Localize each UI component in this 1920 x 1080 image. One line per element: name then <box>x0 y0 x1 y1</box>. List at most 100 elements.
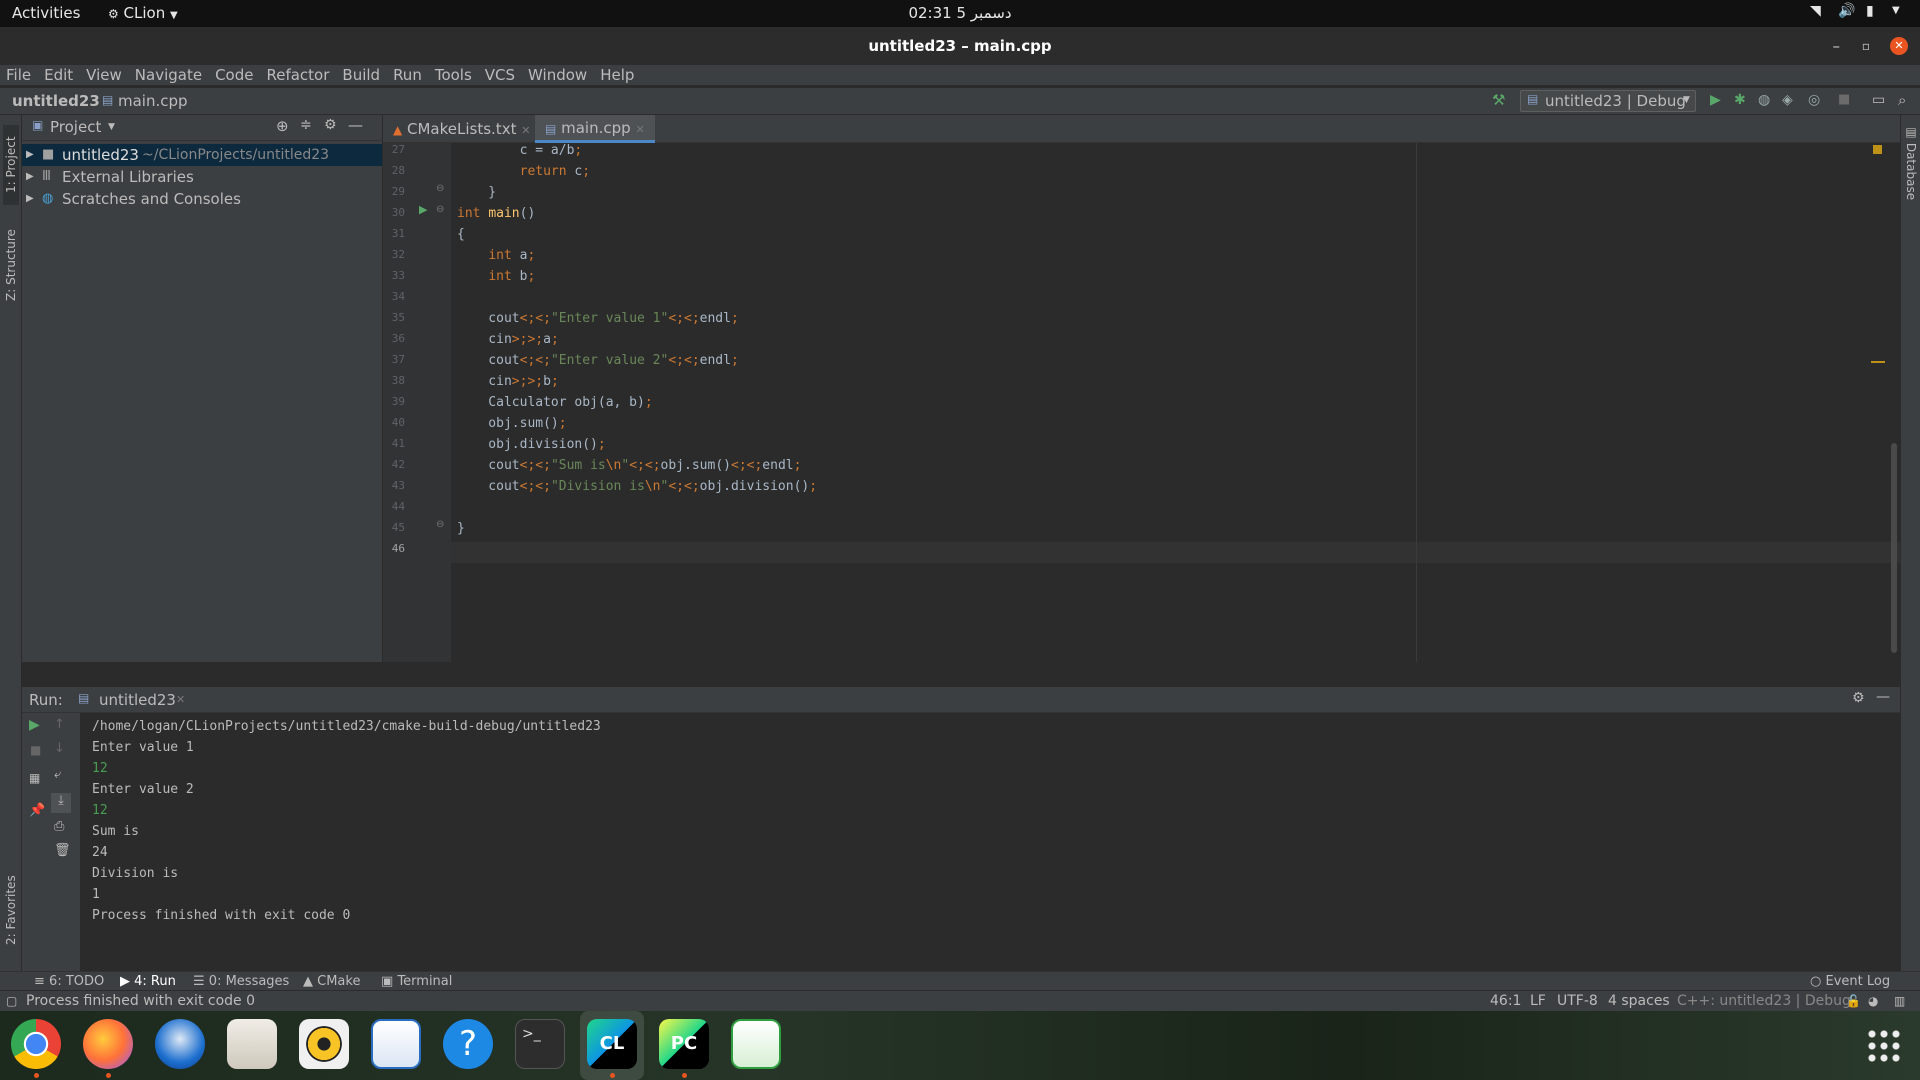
close-tab-icon[interactable]: ✕ <box>176 693 185 706</box>
hide-panel-icon[interactable]: — <box>1876 689 1890 705</box>
fold-marker-icon[interactable]: ⊖ <box>436 204 444 215</box>
line-separator[interactable]: LF <box>1530 991 1546 1012</box>
stop-icon[interactable]: ■ <box>1838 92 1850 107</box>
debug-bug-icon[interactable]: ✱ <box>1734 92 1746 108</box>
scroll-to-end-icon[interactable]: ⤓ <box>51 793 71 813</box>
attach-icon[interactable]: ◎ <box>1808 92 1820 108</box>
pin-icon[interactable]: 📌 <box>29 803 45 818</box>
tree-item-project-root[interactable]: ▶ ■ untitled23 ~/CLionProjects/untitled2… <box>22 144 382 166</box>
structure-side-tab[interactable]: Z: Structure <box>3 220 19 310</box>
menu-window[interactable]: Window <box>522 65 594 85</box>
tab-cmakelists[interactable]: ▲ CMakeLists.txt ✕ <box>383 115 540 143</box>
menu-build[interactable]: Build <box>336 65 387 85</box>
coverage-icon[interactable]: ◍ <box>1758 92 1770 108</box>
menu-tools[interactable]: Tools <box>429 65 479 85</box>
show-apps-grid-icon[interactable] <box>1866 1028 1900 1062</box>
error-stripe-mark[interactable] <box>1871 361 1885 363</box>
rerun-icon[interactable]: ▶ <box>29 717 40 733</box>
collapse-all-icon[interactable]: ≑ <box>300 117 312 133</box>
run-config-selector[interactable]: ▤ untitled23 | Debug ▼ <box>1520 90 1696 112</box>
layout-icon[interactable]: ▦ <box>29 771 40 785</box>
menu-view[interactable]: View <box>80 65 129 85</box>
expand-arrow-icon[interactable]: ▶ <box>26 188 34 210</box>
firefox-icon[interactable] <box>83 1019 133 1069</box>
file-encoding[interactable]: UTF-8 <box>1557 991 1598 1012</box>
favorites-side-tab[interactable]: 2: Favorites <box>3 860 19 960</box>
menu-vcs[interactable]: VCS <box>479 65 522 85</box>
soft-wrap-icon[interactable]: ⤶ <box>54 767 61 782</box>
run-icon[interactable]: ▶ <box>1710 92 1721 108</box>
project-structure-icon[interactable]: ▭ <box>1872 92 1885 108</box>
scroll-up-icon[interactable]: ↑ <box>54 717 65 732</box>
tree-item-scratches[interactable]: ▶ ◍ Scratches and Consoles <box>22 188 382 210</box>
app-menu[interactable]: ⚙ CLion ▼ <box>108 4 178 22</box>
locate-target-icon[interactable]: ⊕ <box>276 117 289 135</box>
expand-arrow-icon[interactable]: ▶ <box>26 144 34 166</box>
run-gutter-icon[interactable]: ▶ <box>419 203 427 216</box>
help-icon[interactable]: ? <box>443 1019 493 1069</box>
terminal-tab[interactable]: ▣ Terminal <box>381 972 452 991</box>
editor-scrollbar[interactable] <box>1891 443 1897 653</box>
resolve-context[interactable]: C++: untitled23 | Debug <box>1677 991 1851 1012</box>
pycharm-icon[interactable]: PC <box>659 1019 709 1069</box>
close-tab-icon[interactable]: ✕ <box>521 124 530 137</box>
lock-icon[interactable]: 🔓 <box>1846 991 1861 1012</box>
breadcrumb-file[interactable]: main.cpp <box>118 92 188 110</box>
stop-icon[interactable]: ■ <box>30 743 41 757</box>
calc-icon[interactable] <box>731 1019 781 1069</box>
clock[interactable]: 02:31 دسمبر 5 <box>900 4 1020 22</box>
chrome-icon[interactable] <box>11 1019 61 1069</box>
search-everywhere-icon[interactable]: ⌕ <box>1898 91 1906 109</box>
battery-icon[interactable]: ▮ <box>1866 3 1874 19</box>
menu-navigate[interactable]: Navigate <box>129 65 209 85</box>
files-icon[interactable] <box>227 1019 277 1069</box>
run-tab[interactable]: ▶ 4: Run <box>120 972 176 991</box>
tab-main-cpp[interactable]: ▤ main.cpp ✕ <box>535 115 655 143</box>
run-tab-label[interactable]: untitled23 <box>99 691 176 709</box>
profile-icon[interactable]: ◈ <box>1782 92 1793 108</box>
memory-icon[interactable]: ▥ <box>1894 991 1905 1012</box>
maximize-icon[interactable]: ▫ <box>1862 27 1870 65</box>
database-side-tab[interactable]: ▤ Database <box>1903 125 1919 215</box>
menu-edit[interactable]: Edit <box>38 65 80 85</box>
menu-help[interactable]: Help <box>594 65 641 85</box>
thunderbird-icon[interactable] <box>155 1019 205 1069</box>
chevron-down-icon[interactable]: ▼ <box>108 122 115 132</box>
hide-panel-icon[interactable]: — <box>348 116 363 134</box>
code-area[interactable]: c = a/b; return c; } int main() { int a;… <box>451 143 1900 662</box>
menu-refactor[interactable]: Refactor <box>260 65 336 85</box>
project-view-label[interactable]: Project <box>50 118 101 136</box>
trash-icon[interactable]: 🗑 <box>54 843 71 858</box>
gear-icon[interactable]: ⚙ <box>324 117 337 133</box>
warning-indicator-icon[interactable] <box>1873 145 1882 154</box>
volume-icon[interactable]: 🔊 <box>1838 3 1855 19</box>
messages-tab[interactable]: ☰ 0: Messages <box>193 972 289 991</box>
project-side-tab[interactable]: 1: Project <box>3 125 19 205</box>
writer-icon[interactable] <box>371 1019 421 1069</box>
wifi-icon[interactable]: ◥ <box>1810 3 1821 19</box>
menu-run[interactable]: Run <box>387 65 429 85</box>
breadcrumb-project[interactable]: untitled23 <box>12 92 100 110</box>
build-hammer-icon[interactable]: ⚒ <box>1492 91 1505 109</box>
menu-file[interactable]: File <box>0 65 38 85</box>
gear-icon[interactable]: ⚙ <box>1852 690 1865 706</box>
menu-code[interactable]: Code <box>209 65 260 85</box>
rhythmbox-icon[interactable] <box>299 1019 349 1069</box>
expand-arrow-icon[interactable]: ▶ <box>26 166 34 188</box>
scroll-down-icon[interactable]: ↓ <box>54 741 65 756</box>
system-menu-chevron-icon[interactable]: ▼ <box>1892 5 1900 16</box>
status-message[interactable]: Process finished with exit code 0 <box>26 991 255 1012</box>
clion-icon[interactable]: CL <box>587 1019 637 1069</box>
minimize-icon[interactable]: – <box>1833 27 1841 65</box>
console-output[interactable]: /home/logan/CLionProjects/untitled23/cma… <box>92 716 601 926</box>
cmake-tab[interactable]: ▲ CMake <box>303 972 360 991</box>
caret-position[interactable]: 46:1 <box>1490 991 1521 1012</box>
todo-tab[interactable]: ≡ 6: TODO <box>34 972 104 991</box>
print-icon[interactable]: ⎙ <box>54 819 64 834</box>
inspector-icon[interactable]: ◕ <box>1868 991 1878 1012</box>
fold-marker-icon[interactable]: ⊖ <box>436 183 444 194</box>
fold-marker-icon[interactable]: ⊖ <box>436 519 444 530</box>
status-panel-toggle-icon[interactable]: ▢ <box>6 991 17 1012</box>
close-tab-icon[interactable]: ✕ <box>635 123 644 136</box>
activities-button[interactable]: Activities <box>12 4 80 22</box>
